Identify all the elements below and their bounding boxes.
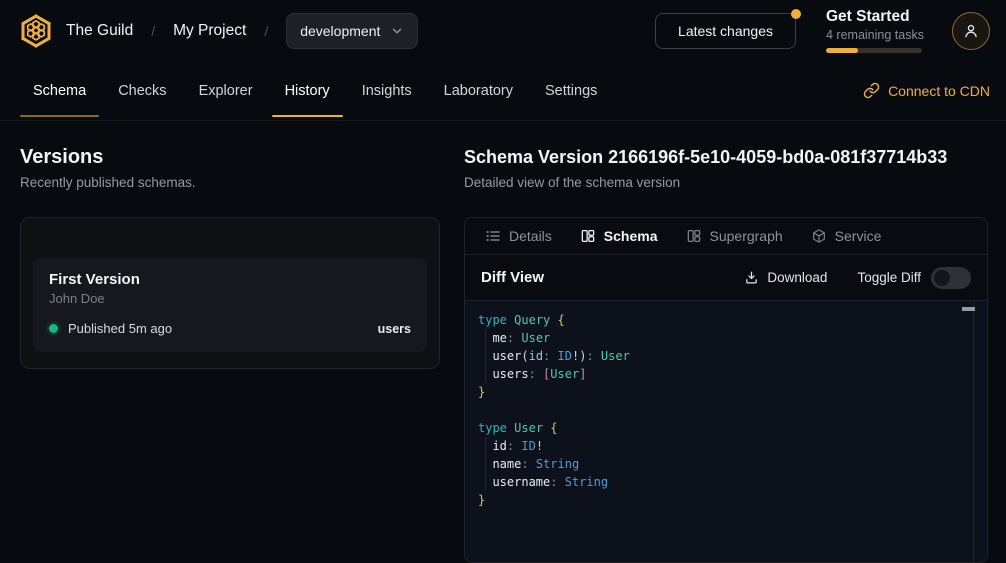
nav-tab-history[interactable]: History — [272, 61, 343, 120]
nav-tab-insights[interactable]: Insights — [349, 61, 425, 120]
tab-label: Details — [509, 228, 552, 244]
breadcrumb: The Guild / My Project / development — [66, 13, 418, 49]
notification-dot — [791, 9, 801, 19]
published-status-dot — [49, 324, 58, 333]
nav-tab-label: Insights — [362, 83, 412, 99]
version-name: First Version — [49, 271, 411, 288]
download-icon — [744, 270, 759, 285]
version-detail-panel: Details Schema — [464, 217, 988, 563]
tab-service[interactable]: Service — [811, 228, 882, 244]
nav-tab-label: Schema — [33, 83, 86, 99]
user-avatar[interactable] — [952, 12, 990, 50]
nav-tab-label: Checks — [118, 83, 166, 99]
indent-guide — [485, 437, 486, 491]
nav-tab-label: Laboratory — [444, 83, 513, 99]
versions-list: First Version John Doe Published 5m ago … — [20, 217, 440, 369]
version-status: Published 5m ago — [68, 321, 172, 336]
nav-tabs: Schema Checks Explorer History Insights … — [20, 61, 610, 120]
editor-scrollbar-track — [973, 301, 974, 562]
top-bar: The Guild / My Project / development Lat… — [0, 0, 1006, 61]
breadcrumb-org[interactable]: The Guild — [66, 22, 133, 40]
hive-logo-icon[interactable] — [16, 11, 56, 51]
tab-underline-active — [272, 115, 343, 117]
versions-subtitle: Recently published schemas. — [20, 175, 440, 190]
cube-icon — [811, 228, 827, 244]
editor-scrollbar-thumb[interactable] — [962, 307, 975, 311]
nav-tab-laboratory[interactable]: Laboratory — [431, 61, 526, 120]
nav-tab-label: History — [285, 83, 330, 99]
tab-label: Supergraph — [710, 228, 783, 244]
tab-underline — [20, 115, 99, 117]
version-status-row: Published 5m ago users — [49, 321, 411, 336]
breadcrumb-separator: / — [151, 23, 155, 39]
target-select-value: development — [300, 23, 380, 39]
topbar-right: Latest changes Get Started 4 remaining t… — [655, 8, 990, 53]
breadcrumb-project[interactable]: My Project — [173, 22, 246, 40]
toggle-diff-label: Toggle Diff — [857, 270, 921, 285]
breadcrumb-separator: / — [264, 23, 268, 39]
schema-code-editor[interactable]: type Query { me: User user(id: ID!): Use… — [465, 301, 987, 562]
columns-icon — [580, 228, 596, 244]
nav-tab-label: Explorer — [199, 83, 253, 99]
connect-to-cdn-link[interactable]: Connect to CDN — [863, 61, 990, 120]
get-started-progress-fill — [826, 48, 858, 53]
person-icon — [962, 22, 980, 40]
chevron-down-icon — [390, 24, 404, 38]
tab-schema[interactable]: Schema — [580, 228, 658, 244]
toggle-diff-switch[interactable] — [931, 267, 971, 289]
download-button[interactable]: Download — [744, 270, 827, 285]
detail-tabs: Details Schema — [465, 218, 987, 255]
toggle-knob — [934, 270, 950, 286]
get-started-widget[interactable]: Get Started 4 remaining tasks — [826, 8, 922, 53]
tab-label: Schema — [604, 228, 658, 244]
diff-actions: Download Toggle Diff — [744, 267, 971, 289]
versions-section: Versions Recently published schemas. Fir… — [20, 121, 440, 563]
list-icon — [485, 228, 501, 244]
versions-title: Versions — [20, 146, 440, 168]
app-root: The Guild / My Project / development Lat… — [0, 0, 1006, 563]
get-started-title: Get Started — [826, 8, 922, 26]
nav-tab-settings[interactable]: Settings — [532, 61, 610, 120]
download-label: Download — [767, 270, 827, 285]
version-detail-subtitle: Detailed view of the schema version — [464, 175, 988, 190]
version-detail-title: Schema Version 2166196f-5e10-4059-bd0a-0… — [464, 146, 988, 168]
nav-tab-schema[interactable]: Schema — [20, 61, 99, 120]
graphql-sdl-code: type Query { me: User user(id: ID!): Use… — [465, 301, 987, 509]
version-detail-section: Schema Version 2166196f-5e10-4059-bd0a-0… — [464, 121, 988, 563]
get-started-subtitle: 4 remaining tasks — [826, 28, 922, 42]
version-list-item[interactable]: First Version John Doe Published 5m ago … — [33, 258, 427, 352]
diff-view-header: Diff View Download Toggle Diff — [465, 255, 987, 301]
tab-details[interactable]: Details — [485, 228, 552, 244]
tab-supergraph[interactable]: Supergraph — [686, 228, 783, 244]
service-badge: users — [378, 322, 411, 336]
main-nav: Schema Checks Explorer History Insights … — [0, 61, 1006, 121]
columns-icon — [686, 228, 702, 244]
version-author: John Doe — [49, 291, 411, 306]
nav-tab-label: Settings — [545, 83, 597, 99]
get-started-progress-track — [826, 48, 922, 53]
nav-tab-checks[interactable]: Checks — [105, 61, 179, 120]
target-select[interactable]: development — [286, 13, 418, 49]
main-content: Versions Recently published schemas. Fir… — [0, 121, 1006, 563]
tab-label: Service — [835, 228, 882, 244]
nav-tab-explorer[interactable]: Explorer — [186, 61, 266, 120]
connect-to-cdn-label: Connect to CDN — [888, 83, 990, 99]
link-icon — [863, 82, 880, 99]
diff-view-title: Diff View — [481, 269, 544, 286]
indent-guide — [485, 329, 486, 383]
latest-changes-button[interactable]: Latest changes — [655, 13, 796, 49]
